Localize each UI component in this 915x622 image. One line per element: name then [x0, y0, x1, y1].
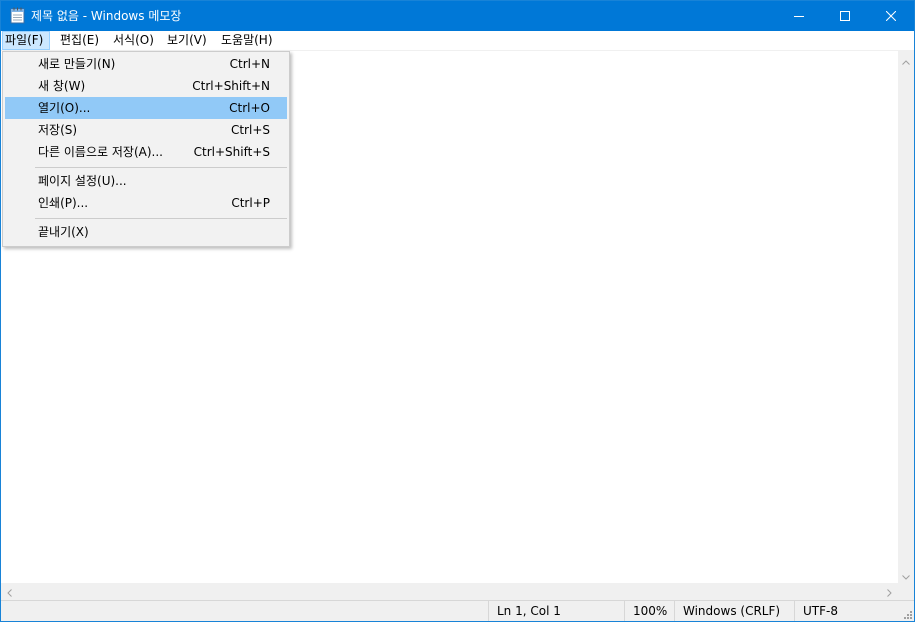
menu-item-shortcut: Ctrl+Shift+S [193, 145, 270, 159]
menu-bar: 파일(F) 편집(E) 서식(O) 보기(V) 도움말(H) [1, 31, 914, 51]
scroll-down-button[interactable] [898, 566, 914, 583]
menu-item-label: 저장(S) [38, 123, 78, 137]
menu-item-save[interactable]: 저장(S) Ctrl+S [5, 119, 287, 141]
menu-item-save-as[interactable]: 다른 이름으로 저장(A)... Ctrl+Shift+S [5, 141, 287, 163]
window-title: 제목 없음 - Windows 메모장 [31, 9, 182, 23]
status-cursor-position: Ln 1, Col 1 [488, 601, 624, 621]
status-zoom: 100% [624, 601, 674, 621]
file-menu-dropdown: 새로 만들기(N) Ctrl+N 새 창(W) Ctrl+Shift+N 열기(… [2, 51, 290, 247]
menu-item-label: 새 창(W) [38, 79, 86, 93]
scroll-right-button[interactable] [881, 583, 898, 600]
notepad-icon[interactable] [10, 7, 25, 24]
status-encoding: UTF-8 [794, 601, 899, 621]
menu-item-label: 열기(O)... [38, 101, 91, 115]
maximize-icon [840, 11, 850, 21]
menu-item-exit[interactable]: 끝내기(X) [5, 221, 287, 243]
status-bar: Ln 1, Col 1 100% Windows (CRLF) UTF-8 [1, 600, 914, 621]
horizontal-scrollbar[interactable] [1, 583, 898, 600]
resize-grip-icon[interactable] [901, 608, 913, 620]
menu-item-new-window[interactable]: 새 창(W) Ctrl+Shift+N [5, 75, 287, 97]
menu-help[interactable]: 도움말(H) [218, 31, 276, 50]
chevron-right-icon [887, 582, 892, 601]
menu-view[interactable]: 보기(V) [164, 31, 210, 50]
close-button[interactable] [868, 1, 914, 31]
chevron-down-icon [902, 565, 910, 584]
menu-file[interactable]: 파일(F) [2, 31, 50, 50]
scrollbar-corner [898, 583, 914, 600]
menu-item-label: 다른 이름으로 저장(A)... [38, 145, 163, 159]
close-icon [886, 11, 896, 21]
chevron-up-icon [902, 50, 910, 69]
notepad-window: 제목 없음 - Windows 메모장 파일(F) 편집(E) 서식(O) 보기… [0, 0, 915, 622]
menu-item-shortcut: Ctrl+P [231, 196, 270, 210]
menu-item-shortcut: Ctrl+S [230, 123, 270, 137]
menu-item-shortcut: Ctrl+Shift+N [192, 79, 270, 93]
menu-item-label: 인쇄(P)... [38, 196, 89, 210]
chevron-left-icon [7, 582, 12, 601]
menu-item-label: 끝내기(X) [38, 225, 89, 239]
menu-format[interactable]: 서식(O) [110, 31, 157, 50]
maximize-button[interactable] [822, 1, 868, 31]
vertical-scrollbar[interactable] [898, 51, 914, 583]
menu-item-new[interactable]: 새로 만들기(N) Ctrl+N [5, 53, 287, 75]
menu-item-shortcut: Ctrl+O [229, 101, 270, 115]
scroll-left-button[interactable] [1, 583, 18, 600]
menu-item-shortcut: Ctrl+N [229, 57, 270, 71]
menu-item-label: 페이지 설정(U)... [38, 174, 127, 188]
minimize-icon [794, 11, 804, 21]
status-line-ending: Windows (CRLF) [674, 601, 794, 621]
title-bar[interactable]: 제목 없음 - Windows 메모장 [1, 1, 914, 31]
scroll-up-button[interactable] [898, 51, 914, 68]
menu-separator [35, 218, 287, 219]
menu-item-open[interactable]: 열기(O)... Ctrl+O [5, 97, 287, 119]
menu-edit[interactable]: 편집(E) [57, 31, 102, 50]
menu-item-print[interactable]: 인쇄(P)... Ctrl+P [5, 192, 287, 214]
minimize-button[interactable] [776, 1, 822, 31]
menu-separator [35, 167, 287, 168]
menu-item-page-setup[interactable]: 페이지 설정(U)... [5, 170, 287, 192]
menu-item-label: 새로 만들기(N) [38, 57, 116, 71]
